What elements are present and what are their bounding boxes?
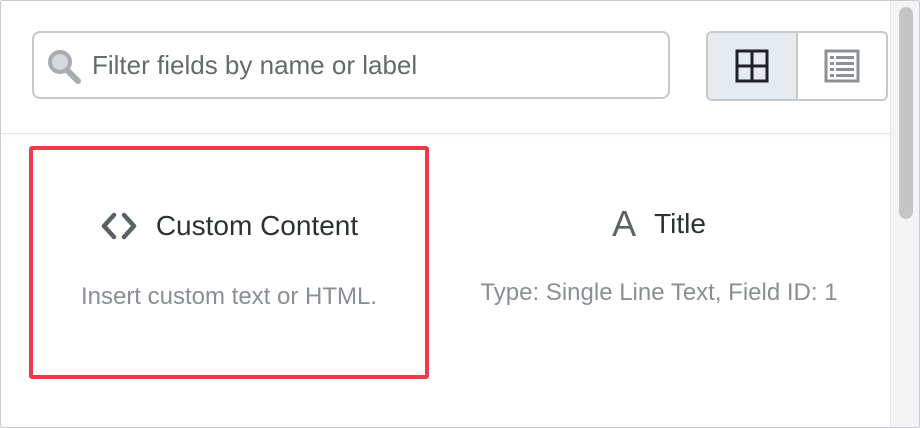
text-a-icon: A <box>612 203 637 244</box>
field-card-custom-content[interactable]: Custom Content Insert custom text or HTM… <box>29 146 429 379</box>
grid-view-button[interactable] <box>708 33 798 99</box>
code-brackets-icon <box>100 211 138 241</box>
field-card-title-field[interactable]: A Title Type: Single Line Text, Field ID… <box>459 146 859 379</box>
search-icon <box>48 50 81 84</box>
grid-icon <box>735 49 769 83</box>
search-input[interactable] <box>92 41 652 89</box>
list-icon <box>824 49 860 83</box>
scrollbar-thumb[interactable] <box>899 7 913 219</box>
field-card-title: Title <box>654 208 706 239</box>
field-picker-header <box>1 1 893 134</box>
list-view-button[interactable] <box>798 33 886 99</box>
field-card-title-row: Custom Content <box>33 210 425 242</box>
scrollbar-track[interactable] <box>890 1 919 427</box>
field-card-title: Custom Content <box>155 210 359 241</box>
field-picker-panel: Custom Content Insert custom text or HTM… <box>0 0 920 428</box>
field-card-title-row: A Title <box>459 206 859 242</box>
search-box[interactable] <box>32 31 670 99</box>
field-card-description: Type: Single Line Text, Field ID: 1 <box>480 279 838 306</box>
view-toggle <box>706 31 888 101</box>
field-card-description: Insert custom text or HTML. <box>80 283 378 310</box>
